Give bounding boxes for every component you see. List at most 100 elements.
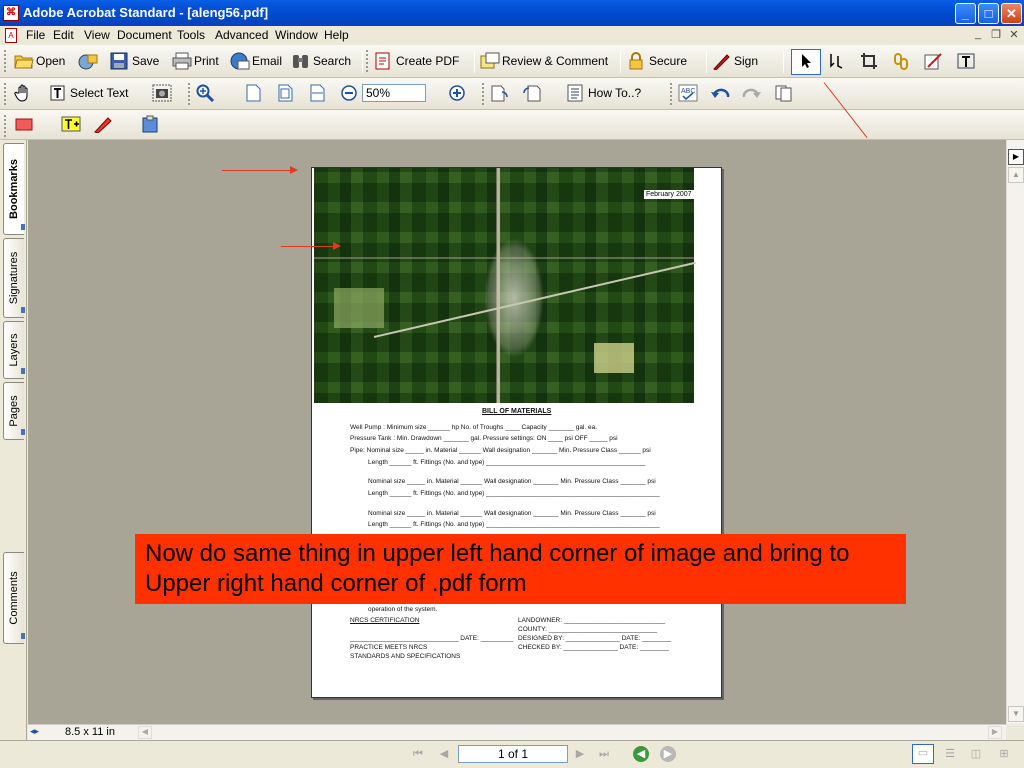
object-tool-button[interactable] (828, 50, 850, 72)
select-text-button[interactable]: Select Text (48, 82, 128, 104)
hand-icon (14, 84, 32, 102)
link-tool-button[interactable] (892, 50, 914, 72)
menu-window[interactable]: Window (275, 28, 318, 42)
review-comment-button[interactable]: Review & Comment (480, 50, 608, 72)
map-field (594, 343, 634, 373)
text-box-tool-button[interactable] (61, 113, 83, 135)
toolbar-comment: ▼ ▼ ▼ (0, 110, 1024, 238)
organizer-button[interactable] (78, 50, 100, 72)
zoom-out-button[interactable] (340, 82, 362, 104)
doc-minimize-icon[interactable]: _ (970, 28, 986, 43)
horizontal-scrollbar[interactable]: ◂▸ ◀ ▶ (28, 724, 1006, 740)
open-button[interactable]: Open (14, 50, 65, 72)
tab-layers[interactable]: Layers (3, 321, 25, 379)
next-view-icon[interactable]: ▶ (660, 746, 676, 762)
page-number-field[interactable]: 1 of 1 (458, 745, 568, 763)
tab-signatures[interactable]: Signatures (3, 238, 25, 318)
how-to-button[interactable]: How To..? (566, 82, 641, 104)
doc-close-icon[interactable]: ✕ (1006, 28, 1022, 43)
rectangle-tool-button[interactable] (14, 113, 36, 135)
doc-restore-icon[interactable]: ❐ (988, 28, 1004, 43)
maximize-button[interactable]: □ (978, 3, 999, 24)
last-page-icon[interactable]: ⏭ (596, 746, 612, 762)
create-pdf-button[interactable]: Create PDF (374, 50, 459, 72)
tab-pages[interactable]: Pages (3, 382, 25, 440)
scroll-right-icon[interactable]: ▶ (988, 726, 1002, 739)
zoom-level-field[interactable]: 50% (362, 84, 426, 102)
redo-button[interactable] (742, 82, 764, 104)
crop-tool-button[interactable] (860, 50, 882, 72)
fit-width-button[interactable] (308, 82, 330, 104)
form-line: Length ______ ft. Fittings (No. and type… (368, 490, 660, 497)
form-line: Pipe: Nominal size _____ in. Material __… (350, 447, 651, 454)
printer-icon (172, 52, 192, 70)
scroll-up-icon[interactable]: ▲ (1008, 167, 1024, 183)
facing-pages-icon[interactable]: ◫ (968, 746, 984, 762)
document-icon[interactable]: A (5, 28, 17, 43)
minimize-button[interactable]: _ (955, 3, 976, 24)
tab-bookmarks[interactable]: Bookmarks (3, 143, 25, 235)
menu-help[interactable]: Help (324, 28, 349, 42)
previous-page-icon[interactable]: ◀ (436, 746, 452, 762)
next-page-icon[interactable]: ▶ (572, 746, 588, 762)
menu-advanced[interactable]: Advanced (215, 28, 268, 42)
clipboard-icon (141, 115, 159, 133)
zoom-in-button[interactable] (448, 82, 470, 104)
save-button[interactable]: Save (110, 50, 159, 72)
tab-comments[interactable]: Comments (3, 552, 25, 644)
sign-button[interactable]: Sign (712, 50, 758, 72)
menu-tools[interactable]: Tools (177, 28, 205, 42)
svg-text:ABC: ABC (681, 88, 695, 95)
pdf-page[interactable]: February 2007 BILL OF MATERIALS Well Pum… (311, 167, 722, 698)
vertical-scrollbar[interactable]: ▶ ▲ ▼ (1006, 140, 1024, 724)
print-label: Print (194, 54, 219, 68)
scroll-left-icon[interactable]: ◀ (138, 726, 152, 739)
rotate-clockwise-button[interactable] (522, 82, 544, 104)
fit-page-button[interactable] (276, 82, 298, 104)
organizer-icon (78, 52, 98, 70)
actual-size-button[interactable] (244, 82, 266, 104)
menu-file[interactable]: File (26, 28, 45, 42)
menu-document[interactable]: Document (117, 28, 172, 42)
continuous-facing-icon[interactable]: ⊞ (996, 746, 1012, 762)
stamp-tool-button[interactable] (141, 113, 163, 135)
close-button[interactable]: ✕ (1001, 3, 1022, 24)
secure-label: Secure (649, 54, 688, 68)
touchup-text-button[interactable] (956, 50, 978, 72)
zoom-in-circle-icon (448, 84, 466, 102)
previous-view-icon[interactable]: ◀ (633, 746, 649, 762)
spellcheck-icon: ABC (678, 84, 698, 102)
page-rotate-cw-icon (522, 84, 541, 102)
menu-view[interactable]: View (84, 28, 110, 42)
search-button[interactable]: Search (291, 50, 351, 72)
copy-button[interactable] (774, 82, 796, 104)
select-tool-button[interactable] (791, 49, 821, 75)
scroll-down-icon[interactable]: ▼ (1008, 706, 1024, 722)
redo-icon (742, 84, 761, 102)
print-button[interactable]: Print (172, 50, 219, 72)
zoom-in-tool-button[interactable] (196, 82, 218, 104)
single-page-icon[interactable]: ▭ (912, 744, 934, 764)
split-handle-icon[interactable]: ◂▸ (30, 726, 44, 739)
document-pane[interactable]: February 2007 BILL OF MATERIALS Well Pum… (28, 140, 1006, 724)
undo-button[interactable] (710, 82, 732, 104)
menu-edit[interactable]: Edit (53, 28, 74, 42)
acrobat-app-icon[interactable]: ⌘ (3, 5, 19, 21)
secure-button[interactable]: Secure (627, 50, 687, 72)
form-line: Length ______ ft. Fittings (No. and type… (368, 459, 646, 466)
spell-check-button[interactable]: ABC (678, 82, 700, 104)
first-page-icon[interactable]: ⏮ (410, 746, 426, 762)
expand-pane-icon[interactable]: ▶ (1008, 149, 1024, 165)
email-button[interactable]: Email (230, 50, 282, 72)
article-tool-button[interactable] (924, 50, 946, 72)
aerial-map-image: February 2007 (314, 168, 696, 403)
form-line: Nominal size _____ in. Material ______ W… (368, 510, 656, 517)
snapshot-button[interactable] (152, 82, 174, 104)
pencil-icon (93, 115, 112, 134)
continuous-icon[interactable]: ☰ (942, 746, 958, 762)
hand-tool-button[interactable] (14, 82, 36, 104)
rotate-view-button[interactable] (490, 82, 512, 104)
crop-icon (860, 52, 878, 70)
pencil-tool-button[interactable] (93, 113, 115, 135)
form-line: Pressure Tank : Min. Drawdown _______ ga… (350, 435, 618, 442)
